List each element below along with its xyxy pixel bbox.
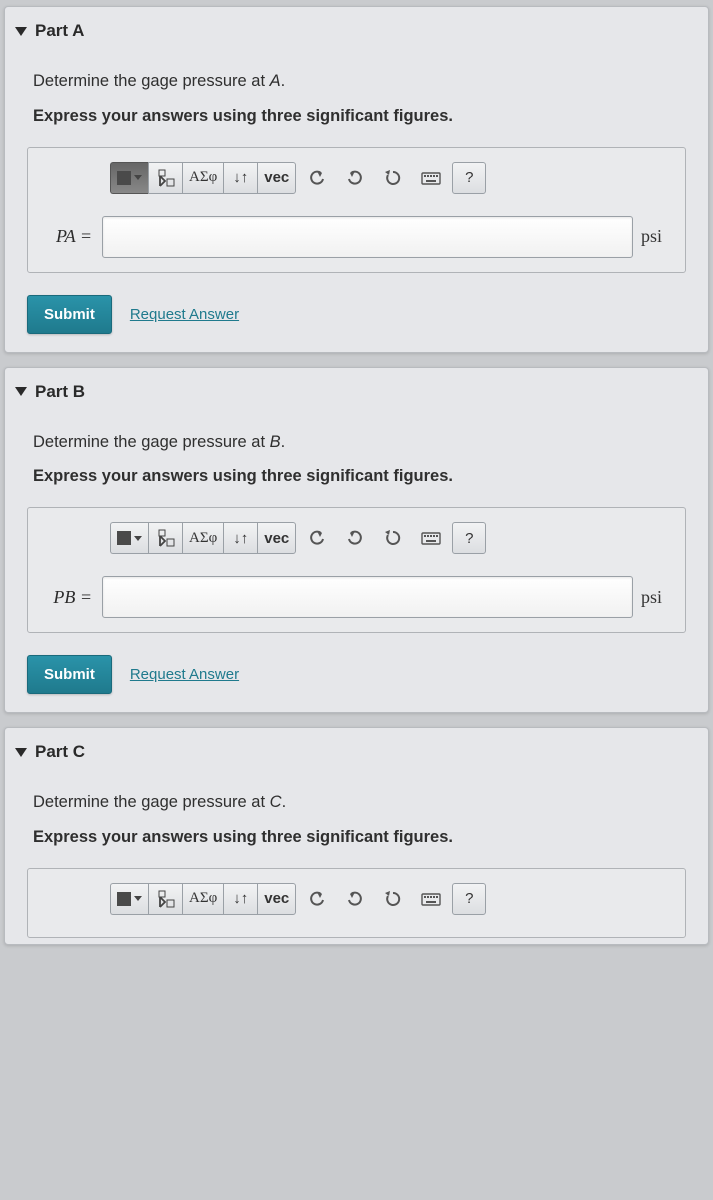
instruction-line: Express your answers using three signifi…	[5, 458, 708, 493]
part-section: Part C Determine the gage pressure at C.…	[4, 727, 709, 945]
reset-button[interactable]	[376, 522, 410, 554]
answer-box: ΑΣφ ↓↑ vec ? PB = psi	[27, 507, 686, 633]
instruction-line: Express your answers using three signifi…	[5, 819, 708, 854]
request-answer-link[interactable]: Request Answer	[130, 306, 239, 323]
greek-button[interactable]: ΑΣφ	[182, 162, 223, 194]
chevron-down-icon	[15, 387, 27, 396]
fraction-root-button[interactable]	[148, 522, 182, 554]
part-title: Part C	[35, 742, 85, 762]
answer-box: ΑΣφ ↓↑ vec ? PA = psi	[27, 147, 686, 273]
unit-label: psi	[641, 226, 675, 247]
submit-button[interactable]: Submit	[27, 655, 112, 694]
unit-label: psi	[641, 587, 675, 608]
undo-button[interactable]	[300, 162, 334, 194]
section-header[interactable]: Part B	[5, 368, 708, 424]
reset-button[interactable]	[376, 162, 410, 194]
instruction-line: Express your answers using three signifi…	[5, 98, 708, 133]
templates-button[interactable]	[110, 162, 148, 194]
variable-label: PB =	[38, 587, 94, 608]
templates-button[interactable]	[110, 522, 148, 554]
prompt-line: Determine the gage pressure at B.	[5, 424, 708, 459]
submit-row: Submit Request Answer	[5, 643, 708, 706]
chevron-down-icon	[15, 748, 27, 757]
redo-button[interactable]	[338, 883, 372, 915]
part-title: Part B	[35, 382, 85, 402]
submit-button[interactable]: Submit	[27, 295, 112, 334]
vector-button[interactable]: vec	[257, 883, 296, 915]
input-row: PA = psi	[38, 216, 675, 258]
undo-button[interactable]	[300, 522, 334, 554]
vector-button[interactable]: vec	[257, 162, 296, 194]
prompt-line: Determine the gage pressure at C.	[5, 784, 708, 819]
variable-label: PA =	[38, 226, 94, 247]
keyboard-button[interactable]	[414, 522, 448, 554]
submit-row: Submit Request Answer	[5, 283, 708, 346]
help-button[interactable]: ?	[452, 522, 486, 554]
greek-button[interactable]: ΑΣφ	[182, 883, 223, 915]
subscript-superscript-button[interactable]: ↓↑	[223, 162, 257, 194]
answer-box: ΑΣφ ↓↑ vec ?	[27, 868, 686, 938]
fraction-root-button[interactable]	[148, 162, 182, 194]
help-button[interactable]: ?	[452, 883, 486, 915]
reset-button[interactable]	[376, 883, 410, 915]
undo-button[interactable]	[300, 883, 334, 915]
subscript-superscript-button[interactable]: ↓↑	[223, 883, 257, 915]
templates-button[interactable]	[110, 883, 148, 915]
part-section: Part A Determine the gage pressure at A.…	[4, 6, 709, 353]
help-button[interactable]: ?	[452, 162, 486, 194]
equation-toolbar: ΑΣφ ↓↑ vec ?	[110, 522, 675, 554]
greek-button[interactable]: ΑΣφ	[182, 522, 223, 554]
section-header[interactable]: Part C	[5, 728, 708, 784]
keyboard-button[interactable]	[414, 162, 448, 194]
equation-toolbar: ΑΣφ ↓↑ vec ?	[110, 162, 675, 194]
part-section: Part B Determine the gage pressure at B.…	[4, 367, 709, 714]
answer-input[interactable]	[102, 576, 633, 618]
section-header[interactable]: Part A	[5, 7, 708, 63]
input-row: PB = psi	[38, 576, 675, 618]
redo-button[interactable]	[338, 162, 372, 194]
request-answer-link[interactable]: Request Answer	[130, 666, 239, 683]
redo-button[interactable]	[338, 522, 372, 554]
answer-input[interactable]	[102, 216, 633, 258]
equation-toolbar: ΑΣφ ↓↑ vec ?	[110, 883, 675, 915]
fraction-root-button[interactable]	[148, 883, 182, 915]
subscript-superscript-button[interactable]: ↓↑	[223, 522, 257, 554]
keyboard-button[interactable]	[414, 883, 448, 915]
part-title: Part A	[35, 21, 84, 41]
vector-button[interactable]: vec	[257, 522, 296, 554]
prompt-line: Determine the gage pressure at A.	[5, 63, 708, 98]
chevron-down-icon	[15, 27, 27, 36]
